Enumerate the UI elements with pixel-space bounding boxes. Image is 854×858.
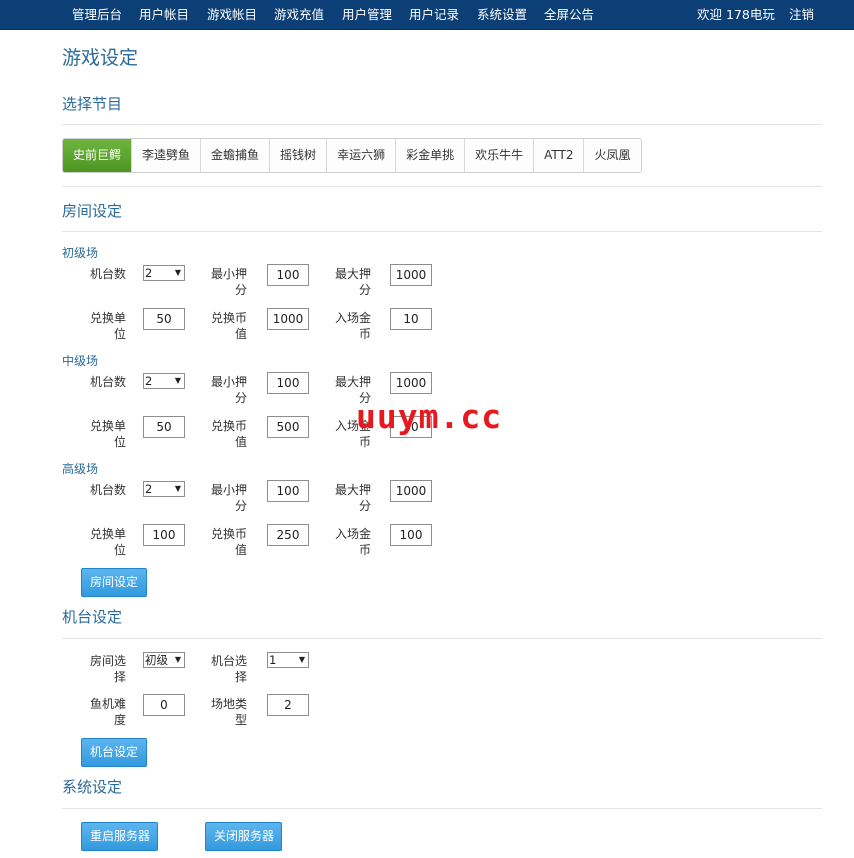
- difficulty-input[interactable]: 0: [143, 694, 185, 716]
- venue-type-input[interactable]: 2: [267, 694, 309, 716]
- junior-entry-coin-input[interactable]: 10: [390, 308, 432, 330]
- junior-machines-select[interactable]: 2 ▼: [143, 265, 185, 281]
- label-entry-coin: 入场金币: [334, 311, 371, 341]
- middle-exchange-unit-input[interactable]: 50: [143, 416, 185, 438]
- watermark-text: uuym.cc: [356, 397, 503, 436]
- tab-program-3[interactable]: 摇钱树: [270, 139, 328, 172]
- middle-min-bet-input[interactable]: 100: [267, 372, 309, 394]
- room-name-middle: 中级场: [62, 354, 99, 368]
- nav-welcome-user: 欢迎 178电玩: [697, 7, 775, 22]
- room-name-junior: 初级场: [62, 246, 99, 260]
- label-min-bet: 最小押分: [210, 267, 247, 297]
- label-room-select: 房间选择: [89, 654, 126, 684]
- middle-machines-select[interactable]: 2 ▼: [143, 373, 185, 389]
- label-exchange-unit: 兑换单位: [89, 527, 126, 557]
- senior-entry-coin-input[interactable]: 100: [390, 524, 432, 546]
- nav-user-records[interactable]: 用户记录: [409, 0, 459, 30]
- room-settings-button[interactable]: 房间设定: [81, 568, 148, 597]
- room-name-senior: 高级场: [62, 462, 99, 476]
- top-navbar: 管理后台 用户帐目 游戏帐目 游戏充值 用户管理 用户记录 系统设置 全屏公告 …: [0, 0, 854, 30]
- section-title-machine: 机台设定: [62, 608, 123, 626]
- tab-program-6[interactable]: 欢乐牛牛: [465, 139, 535, 172]
- tab-program-5[interactable]: 彩金单挑: [396, 139, 466, 172]
- label-max-bet: 最大押分: [334, 267, 371, 297]
- junior-max-bet-input[interactable]: 1000: [390, 264, 432, 286]
- nav-game-accounts[interactable]: 游戏帐目: [207, 0, 257, 30]
- tab-program-2[interactable]: 金蟾捕鱼: [201, 139, 271, 172]
- divider: [62, 638, 822, 639]
- senior-exchange-value-input[interactable]: 250: [267, 524, 309, 546]
- senior-exchange-unit-input[interactable]: 100: [143, 524, 185, 546]
- label-exchange-value: 兑换币值: [210, 527, 247, 557]
- label-exchange-unit: 兑换单位: [89, 311, 126, 341]
- label-exchange-value: 兑换币值: [210, 419, 247, 449]
- nav-user-accounts[interactable]: 用户帐目: [139, 0, 189, 30]
- chevron-down-icon: ▼: [174, 655, 181, 664]
- program-tabs: 史前巨鳄 李逵劈鱼 金蟾捕鱼 摇钱树 幸运六狮 彩金单挑 欢乐牛牛 ATT2 火…: [62, 138, 642, 173]
- chevron-down-icon: ▼: [174, 484, 181, 493]
- chevron-down-icon: ▼: [174, 376, 181, 385]
- nav-user-management[interactable]: 用户管理: [342, 0, 392, 30]
- label-machine-select: 机台选择: [210, 654, 247, 684]
- tab-program-0[interactable]: 史前巨鳄: [63, 139, 133, 172]
- nav-game-recharge[interactable]: 游戏充值: [274, 0, 324, 30]
- label-entry-coin: 入场金币: [334, 527, 371, 557]
- machine-select[interactable]: 1 ▼: [267, 652, 309, 668]
- label-machines: 机台数: [89, 483, 126, 497]
- section-title-room: 房间设定: [62, 202, 123, 220]
- machine-settings-button[interactable]: 机台设定: [81, 738, 148, 767]
- section-title-program: 选择节目: [62, 95, 123, 113]
- nav-admin-home[interactable]: 管理后台: [72, 0, 122, 30]
- junior-exchange-value-input[interactable]: 1000: [267, 308, 309, 330]
- nav-fullscreen-notice[interactable]: 全屏公告: [544, 0, 594, 30]
- tab-program-1[interactable]: 李逵劈鱼: [132, 139, 202, 172]
- page-title: 游戏设定: [62, 47, 139, 69]
- restart-server-button[interactable]: 重启服务器: [81, 822, 158, 851]
- tab-program-8[interactable]: 火凤凰: [584, 139, 641, 172]
- nav-system-settings[interactable]: 系统设置: [477, 0, 527, 30]
- label-max-bet: 最大押分: [334, 483, 371, 513]
- senior-max-bet-input[interactable]: 1000: [390, 480, 432, 502]
- senior-machines-select[interactable]: 2 ▼: [143, 481, 185, 497]
- section-title-system: 系统设定: [62, 778, 123, 796]
- senior-min-bet-input[interactable]: 100: [267, 480, 309, 502]
- label-min-bet: 最小押分: [210, 375, 247, 405]
- divider: [62, 808, 822, 809]
- label-min-bet: 最小押分: [210, 483, 247, 513]
- tab-program-7[interactable]: ATT2: [534, 139, 585, 172]
- label-exchange-unit: 兑换单位: [89, 419, 126, 449]
- junior-exchange-unit-input[interactable]: 50: [143, 308, 185, 330]
- middle-exchange-value-input[interactable]: 500: [267, 416, 309, 438]
- chevron-down-icon: ▼: [174, 268, 181, 277]
- label-exchange-value: 兑换币值: [210, 311, 247, 341]
- label-venue-type: 场地类型: [210, 697, 247, 727]
- middle-max-bet-input[interactable]: 1000: [390, 372, 432, 394]
- label-machines: 机台数: [89, 375, 126, 389]
- label-machines: 机台数: [89, 267, 126, 281]
- divider: [62, 231, 822, 232]
- room-select[interactable]: 初级 ▼: [143, 652, 185, 668]
- junior-min-bet-input[interactable]: 100: [267, 264, 309, 286]
- label-difficulty: 鱼机难度: [89, 697, 126, 727]
- divider: [62, 124, 822, 125]
- nav-logout[interactable]: 注销: [789, 0, 814, 30]
- chevron-down-icon: ▼: [298, 655, 305, 664]
- shutdown-server-button[interactable]: 关闭服务器: [205, 822, 282, 851]
- tab-program-4[interactable]: 幸运六狮: [327, 139, 397, 172]
- divider: [62, 186, 822, 187]
